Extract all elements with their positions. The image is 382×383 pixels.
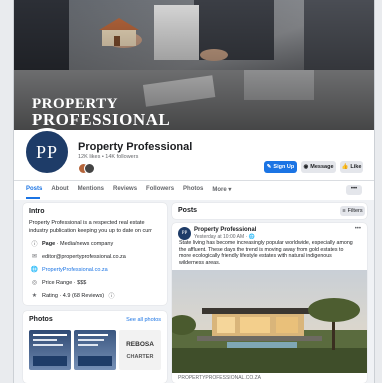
tag-icon: ◎ [31,280,38,286]
tab-followers[interactable]: Followers [146,186,174,193]
cover-title: PROPERTY PROFESSIONAL [32,96,170,128]
estate-house-image [172,270,367,373]
filters-button[interactable]: ≡ Filters [340,206,365,216]
price-row: ◎ Price Range · $$$ [31,279,87,287]
page-tabs: Posts About Mentions Reviews Followers P… [26,186,231,193]
message-button[interactable]: ◉ Message [301,161,336,173]
tab-about[interactable]: About [51,186,68,193]
rating-row[interactable]: ★ Rating · 4.9 (68 Reviews) ⓘ [31,292,115,301]
message-label: Message [310,164,334,170]
intro-heading: Intro [29,208,45,215]
website-row[interactable]: 🌐 PropertyProfessional.co.za [30,266,108,274]
page-stats[interactable]: 12K likes • 14K followers [78,154,138,160]
tab-more[interactable]: More ▾ [212,186,231,193]
filters-label: Filters [347,208,363,214]
like-label: Like [350,164,362,170]
category-row: ⓘ Page · Media/news company [31,240,114,249]
rating-value: Rating · 4.9 (68 Reviews) [42,292,105,299]
info-icon: ⓘ [108,294,115,300]
email-value: editor@propertyprofessional.co.za [42,253,126,260]
profile-picture[interactable]: PP [23,128,71,176]
caret-down-icon: ▾ [228,187,232,193]
sliders-icon: ≡ [342,208,346,214]
follower-avatar[interactable] [84,163,95,174]
email-row[interactable]: ✉ editor@propertyprofessional.co.za [31,253,126,261]
envelope-icon: ✉ [31,254,38,260]
category-value: · Media/news company [55,240,114,247]
messenger-icon: ◉ [303,164,309,170]
tab-more-label: More [212,187,227,193]
info-icon: ⓘ [31,242,38,248]
thumbnail-text: CHARTER [126,353,154,360]
thumbs-up-icon: 👍 [341,164,349,170]
photos-heading: Photos [29,316,53,323]
cover-title-line2: PROFESSIONAL [32,110,171,129]
post-text: State living has become increasingly pop… [179,240,353,266]
post-image[interactable] [172,270,367,373]
website-link[interactable]: PropertyProfessional.co.za [42,267,108,273]
active-tab-indicator [26,197,40,199]
posts-header-card: Posts ≡ Filters [172,203,367,219]
photo-thumbnail[interactable] [29,330,71,370]
more-options-button[interactable]: ••• [346,185,362,195]
photos-card: Photos See all photos REBOSA CHARTER [23,311,167,383]
header-divider [14,180,374,181]
post-card: PP Property Professional Yesterday at 10… [172,223,367,383]
intro-card: Intro Property Professional is a respect… [23,203,167,305]
sign-up-label: Sign Up [273,164,295,170]
thumbnail-text: REBOSA [126,340,154,348]
page-title: Property Professional [78,141,193,153]
see-all-photos-link[interactable]: See all photos [126,317,161,323]
post-link-domain[interactable]: PROPERTYPROFESSIONAL.CO.ZA [178,375,261,381]
price-value: Price Range · $$$ [42,279,87,286]
pencil-icon: ✎ [266,164,272,170]
tab-posts[interactable]: Posts [26,186,42,193]
globe-icon: 🌐 [30,267,39,273]
tab-reviews[interactable]: Reviews [113,186,137,193]
page-frame: PROPERTY PROFESSIONAL PP Property Profes… [13,0,375,383]
intro-description: Property Professional is a respected rea… [29,220,161,235]
category-label: Page [42,240,56,247]
photos-grid: REBOSA CHARTER [29,330,161,370]
posts-heading: Posts [178,207,198,214]
intro-description-line2: industry publication keeping you up to d… [29,227,152,234]
cover-photo[interactable]: PROPERTY PROFESSIONAL [14,0,374,130]
photo-thumbnail[interactable]: REBOSA CHARTER [119,330,161,370]
photo-image [33,334,67,366]
tab-mentions[interactable]: Mentions [78,186,104,193]
post-author-avatar[interactable]: PP [178,227,191,240]
like-button[interactable]: 👍 Like [340,161,363,173]
post-menu-button[interactable]: ••• [355,226,361,232]
intro-description-line1: Property Professional is a respected rea… [29,220,145,226]
sign-up-button[interactable]: ✎ Sign Up [264,161,297,173]
tab-photos[interactable]: Photos [183,186,203,193]
post-author[interactable]: Property Professional [194,227,256,233]
star-icon: ★ [31,293,38,299]
photo-image [78,334,112,366]
photo-thumbnail[interactable] [74,330,116,370]
